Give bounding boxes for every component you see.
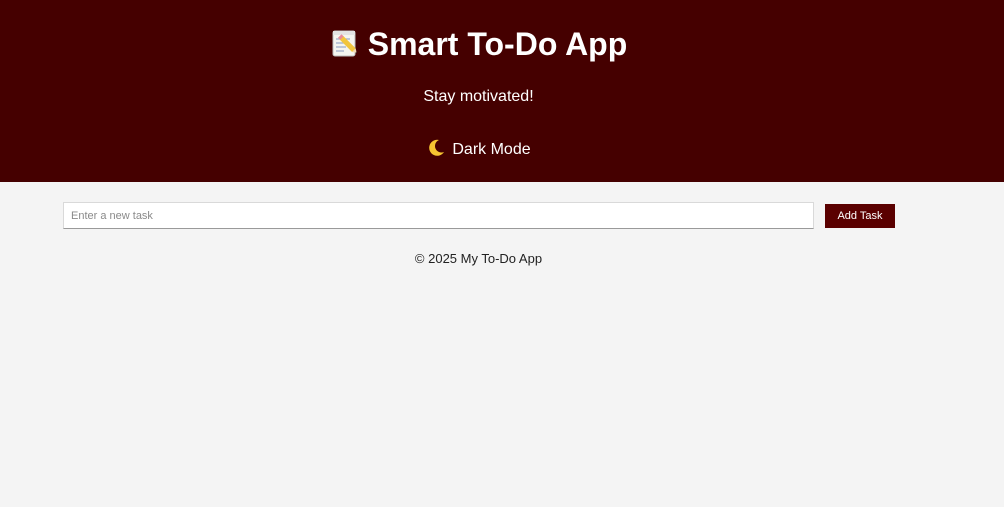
app-header: Smart To-Do App Stay motivated! Dark Mod… (0, 0, 1004, 182)
task-input[interactable] (63, 202, 814, 229)
memo-pencil-icon (330, 27, 360, 57)
page-title: Smart To-Do App (0, 24, 957, 64)
footer-copyright: © 2025 My To-Do App (414, 251, 543, 266)
dark-mode-toggle[interactable]: Dark Mode (0, 138, 957, 161)
dark-mode-label: Dark Mode (452, 141, 531, 158)
crescent-moon-icon (426, 138, 446, 158)
add-task-button[interactable]: Add Task (825, 204, 895, 228)
subtitle: Stay motivated! (423, 88, 534, 105)
